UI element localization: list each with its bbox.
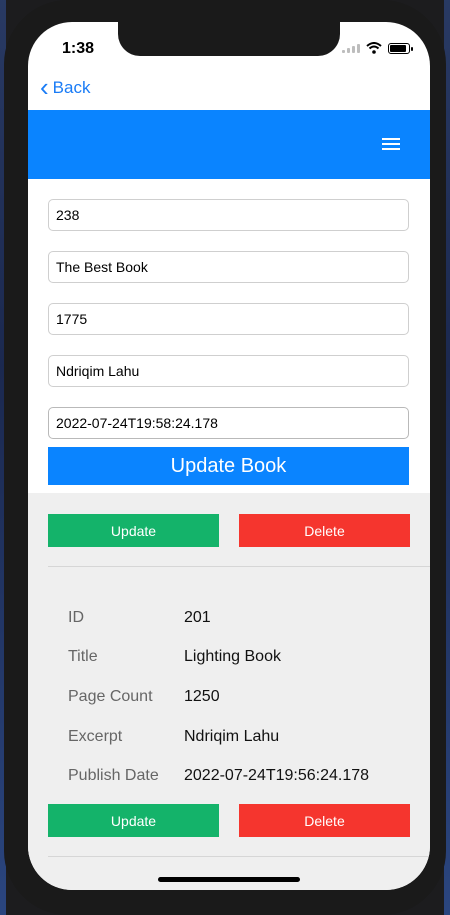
book-actions-bottom: Update Delete: [48, 804, 410, 837]
status-icons: [342, 42, 413, 54]
publish-date-label: Publish Date: [68, 767, 159, 785]
detail-row-excerpt: Excerpt Ndriqim Lahu: [68, 717, 408, 757]
back-button[interactable]: ‹ Back: [40, 72, 91, 102]
book-actions-top: Update Delete: [48, 514, 410, 547]
notch: [118, 22, 340, 56]
chevron-left-icon: ‹: [40, 72, 49, 102]
edit-book-form: Update Book: [48, 199, 409, 485]
excerpt-field[interactable]: [48, 355, 409, 387]
list-divider: [48, 856, 430, 857]
page-count-value: 1250: [184, 687, 220, 705]
title-field[interactable]: [48, 251, 409, 283]
title-label: Title: [68, 648, 98, 666]
status-time: 1:38: [62, 40, 95, 57]
back-label: Back: [52, 78, 91, 97]
update-button[interactable]: Update: [48, 804, 219, 837]
hamburger-icon[interactable]: [382, 138, 400, 150]
detail-row-page-count: Page Count 1250: [68, 677, 408, 717]
app-bar: [28, 110, 430, 179]
screen: 1:38 ‹ Back Upd: [28, 22, 430, 890]
detail-row-id: ID 201: [68, 598, 408, 638]
excerpt-value: Ndriqim Lahu: [184, 727, 280, 745]
detail-row-publish-date: Publish Date 2022-07-24T19:56:24.178: [68, 756, 408, 796]
detail-row-title: Title Lighting Book: [68, 638, 408, 678]
list-divider: [48, 566, 430, 567]
publish-date-field[interactable]: [48, 407, 409, 439]
id-field[interactable]: [48, 199, 409, 231]
signal-icon: [342, 43, 360, 53]
delete-button[interactable]: Delete: [239, 804, 410, 837]
book-details: ID 201 Title Lighting Book Page Count 12…: [68, 598, 408, 796]
publish-date-value: 2022-07-24T19:56:24.178: [184, 767, 370, 785]
delete-button[interactable]: Delete: [239, 514, 410, 547]
page-count-label: Page Count: [68, 687, 153, 705]
update-button[interactable]: Update: [48, 514, 219, 547]
page-count-field[interactable]: [48, 303, 409, 335]
update-book-button[interactable]: Update Book: [48, 447, 409, 485]
title-value: Lighting Book: [184, 648, 281, 666]
id-value: 201: [184, 608, 211, 626]
device-frame: 1:38 ‹ Back Upd: [4, 0, 446, 915]
home-indicator: [158, 877, 300, 882]
wifi-icon: [366, 42, 382, 54]
excerpt-label: Excerpt: [68, 727, 123, 745]
id-label: ID: [68, 608, 84, 626]
battery-icon: [388, 42, 413, 54]
